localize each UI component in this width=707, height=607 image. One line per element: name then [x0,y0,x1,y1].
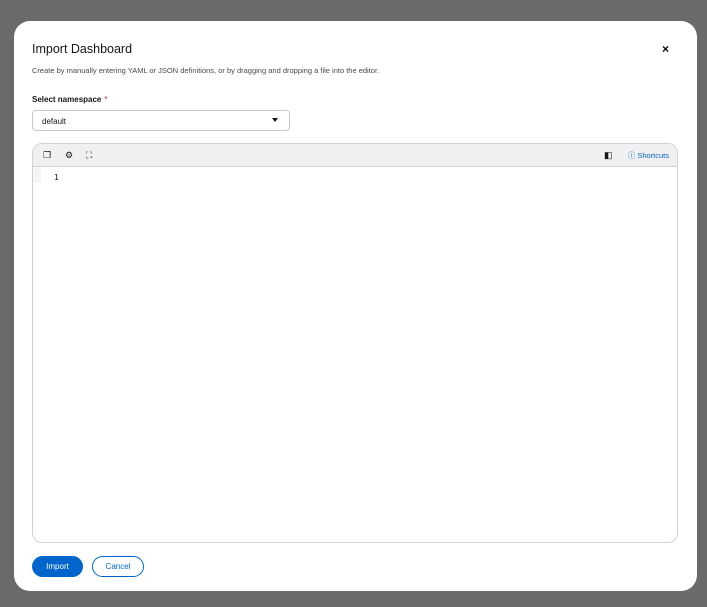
namespace-label-text: Select namespace [32,95,102,104]
shortcuts-label: Shortcuts [637,151,669,160]
editor-gutter [33,167,41,183]
modal-title: Import Dashboard [32,42,133,56]
help-icon: ⓘ [627,151,636,160]
fullscreen-icon[interactable]: ⛶ [86,150,92,161]
code-editor[interactable]: ❐ ⚙ ⛶ ◧ ⓘ Shortcuts 1 [32,143,678,543]
line-number: 1 [54,173,59,182]
side-panel-icon[interactable]: ◧ [604,150,613,161]
gear-icon[interactable]: ⚙ [65,150,73,161]
editor-toolbar: ❐ ⚙ ⛶ ◧ ⓘ Shortcuts [33,144,677,167]
shortcuts-link[interactable]: ⓘ Shortcuts [628,150,669,161]
import-dashboard-modal: Import Dashboard × Create by manually en… [14,21,697,591]
copy-icon[interactable]: ❐ [43,150,51,161]
required-indicator: * [104,95,108,104]
modal-description: Create by manually entering YAML or JSON… [32,66,380,75]
namespace-label: Select namespace * [32,95,108,104]
namespace-select[interactable]: default [32,110,290,131]
namespace-value: default [42,117,67,126]
cancel-button[interactable]: Cancel [92,556,144,577]
import-button[interactable]: Import [32,556,83,577]
caret-down-icon [272,118,278,122]
close-icon[interactable]: × [662,42,669,56]
